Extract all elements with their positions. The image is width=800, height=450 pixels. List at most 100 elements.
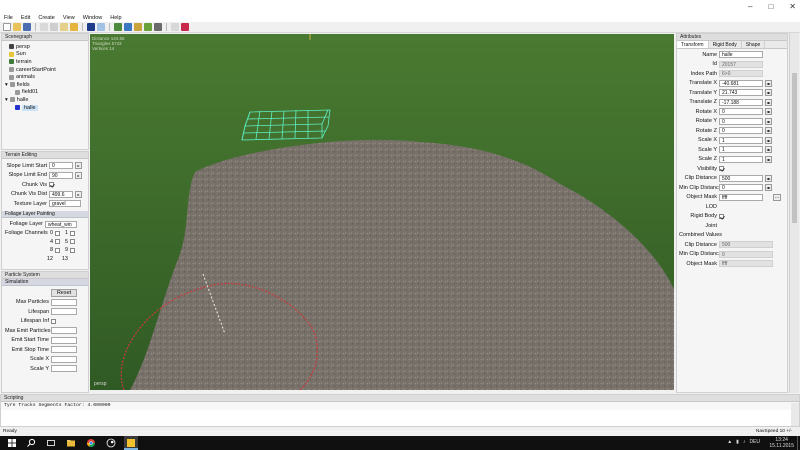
network-icon[interactable]: ▮ — [736, 439, 739, 445]
3d-viewport[interactable]: Distance 144.65 Triangles 5742 Vertices … — [90, 34, 674, 390]
expand-icon[interactable]: ▾ — [5, 82, 8, 88]
lifespan-input[interactable] — [51, 308, 77, 316]
clock[interactable]: 13:24 15.11.2015 — [769, 437, 794, 449]
language-indicator[interactable]: DEU — [749, 439, 760, 445]
channel-8-checkbox[interactable] — [55, 247, 60, 253]
slope-end-input[interactable]: 90 — [49, 171, 73, 179]
rotate-z-input[interactable]: 0 — [719, 127, 763, 135]
scrollbar-thumb[interactable] — [792, 73, 797, 223]
save-icon[interactable] — [23, 23, 31, 31]
slope-start-input[interactable]: 0 — [49, 162, 73, 170]
foliage-layer-select[interactable]: wheat_win — [45, 220, 77, 228]
min-clip-spinner[interactable]: ◂▸ — [765, 184, 772, 192]
scale-x-attr-input[interactable]: 1 — [719, 136, 763, 144]
channel-9-checkbox[interactable] — [70, 247, 75, 253]
rigid-body-checkbox[interactable] — [719, 213, 724, 219]
rotate-y-spinner[interactable]: ◂▸ — [765, 117, 772, 125]
search-icon[interactable] — [26, 438, 36, 448]
texture-layer-select[interactable]: gravel — [49, 200, 81, 208]
scale-x-attr-spinner[interactable]: ◂▸ — [765, 136, 772, 144]
rotate-x-input[interactable]: 0 — [719, 108, 763, 116]
translate-x-input[interactable]: -40.681 — [719, 79, 763, 87]
rotate-y-input[interactable]: 0 — [719, 117, 763, 125]
copy-icon[interactable] — [50, 23, 58, 31]
clip-distance-spinner[interactable]: ◂▸ — [765, 174, 772, 182]
undo-icon[interactable] — [70, 23, 78, 31]
tree-item-fields[interactable]: ▾ fields — [5, 81, 85, 89]
name-input[interactable]: halle — [719, 51, 763, 59]
simulation-header[interactable]: Simulation — [2, 279, 88, 286]
chunk-vis-checkbox[interactable] — [49, 182, 54, 188]
object-mask-input[interactable]: ffff — [719, 193, 763, 201]
chunk-dist-input[interactable]: 499.6 — [49, 190, 73, 198]
steam-icon[interactable] — [106, 438, 116, 448]
close-icon[interactable]: ✕ — [789, 2, 796, 11]
rotate-x-spinner[interactable]: ◂▸ — [765, 108, 772, 116]
translate-x-spinner[interactable]: ◂▸ — [765, 79, 772, 87]
channel-0-checkbox[interactable] — [55, 230, 60, 236]
paint-tool-icon[interactable] — [134, 23, 142, 31]
scale-x-input[interactable] — [51, 355, 77, 363]
tree-item-animals[interactable]: animals — [5, 73, 85, 81]
scale-z-attr-input[interactable]: 1 — [719, 155, 763, 163]
tree-item-terrain[interactable]: terrain — [5, 58, 85, 66]
attributes-scrollbar[interactable] — [789, 33, 799, 393]
giants-editor-task[interactable] — [124, 436, 138, 450]
menu-window[interactable]: Window — [83, 15, 103, 21]
chrome-icon[interactable] — [86, 438, 96, 448]
tree-item-sun[interactable]: Sun — [5, 51, 85, 59]
channel-5-checkbox[interactable] — [70, 239, 75, 245]
min-clip-input[interactable]: 0 — [719, 184, 763, 192]
translate-y-input[interactable]: 21.743 — [719, 89, 763, 97]
scale-y-attr-input[interactable]: 1 — [719, 146, 763, 154]
tree-item-persp[interactable]: persp — [5, 43, 85, 51]
visibility-checkbox[interactable] — [719, 166, 724, 172]
rotate-z-spinner[interactable]: ◂▸ — [765, 127, 772, 135]
expand-icon[interactable]: ▾ — [5, 97, 8, 103]
translate-z-input[interactable]: -17.188 — [719, 98, 763, 106]
translate-z-spinner[interactable]: ◂▸ — [765, 98, 772, 106]
task-view-icon[interactable] — [46, 438, 56, 448]
scale-y-input[interactable] — [51, 365, 77, 373]
lifespan-inf-checkbox[interactable] — [51, 318, 56, 324]
max-particles-input[interactable] — [51, 298, 77, 306]
object-mask-browse-button[interactable]: ... — [773, 193, 781, 201]
reset-button[interactable]: Reset — [51, 288, 77, 297]
tab-shape[interactable]: Shape — [742, 41, 766, 48]
menu-file[interactable]: File — [4, 15, 13, 21]
new-file-icon[interactable] — [3, 23, 11, 31]
tab-rigid-body[interactable]: Rigid Body — [709, 41, 742, 48]
record-icon[interactable] — [181, 23, 189, 31]
menu-create[interactable]: Create — [38, 15, 55, 21]
windows-start-icon[interactable] — [7, 438, 17, 448]
scale-y-attr-spinner[interactable]: ◂▸ — [765, 146, 772, 154]
minimize-icon[interactable]: – — [748, 2, 752, 11]
tree-item-halle[interactable]: ▾ halle — [5, 96, 85, 104]
maximize-icon[interactable]: □ — [768, 2, 773, 11]
menu-view[interactable]: View — [63, 15, 75, 21]
tray-expand-icon[interactable]: ▲ — [727, 439, 732, 445]
chunk-dist-spinner[interactable]: ▸ — [75, 190, 82, 198]
channel-4-checkbox[interactable] — [55, 239, 60, 245]
paste-icon[interactable] — [60, 23, 68, 31]
tree-item-halle-shape[interactable]: halle — [5, 104, 85, 112]
scale-z-attr-spinner[interactable]: ◂▸ — [765, 155, 772, 163]
tree-item-careerstartpoint[interactable]: careerStartPoint — [5, 66, 85, 74]
slope-end-spinner[interactable]: ▸ — [75, 171, 82, 179]
terrain-tool-icon[interactable] — [114, 23, 122, 31]
emit-start-input[interactable] — [51, 336, 77, 344]
play-icon[interactable] — [87, 23, 95, 31]
script-icon[interactable] — [171, 23, 179, 31]
channel-1-checkbox[interactable] — [70, 230, 75, 236]
tree-item-field01[interactable]: field01 — [5, 89, 85, 97]
slope-start-spinner[interactable]: ▸ — [75, 162, 82, 170]
max-emit-input[interactable] — [51, 327, 77, 335]
clip-distance-input[interactable]: 500 — [719, 174, 763, 182]
menu-edit[interactable]: Edit — [21, 15, 30, 21]
open-folder-icon[interactable] — [13, 23, 21, 31]
scripting-scrollbar[interactable] — [791, 403, 799, 426]
tab-transform[interactable]: Transform — [677, 41, 709, 48]
menu-help[interactable]: Help — [110, 15, 121, 21]
emit-stop-input[interactable] — [51, 346, 77, 354]
file-explorer-icon[interactable] — [66, 438, 76, 448]
